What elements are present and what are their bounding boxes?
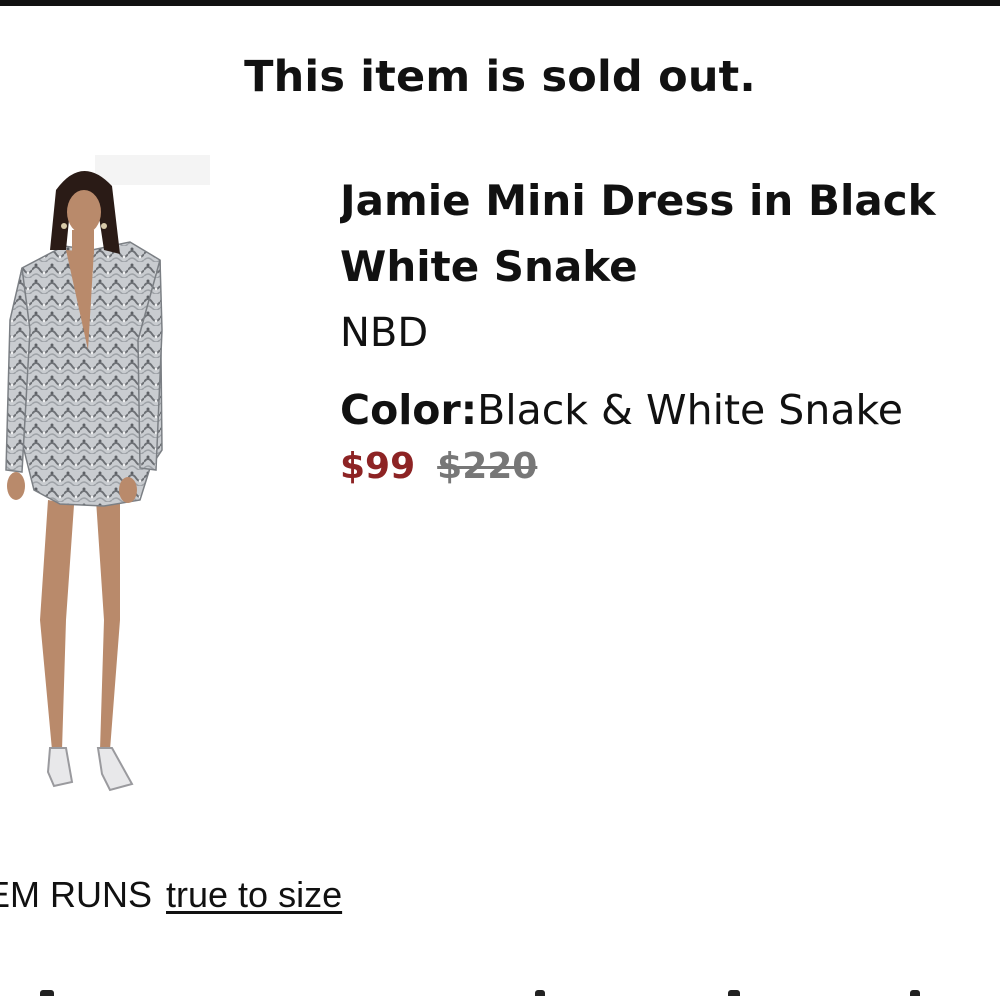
sold-out-banner: This item is sold out.: [244, 52, 756, 102]
top-divider: [0, 0, 1000, 6]
original-price: $220: [437, 446, 538, 487]
sale-price: $99: [340, 446, 416, 487]
cut-off-glyph: [40, 990, 54, 996]
brand-name[interactable]: NBD: [340, 300, 1000, 366]
color-info: Color:Black & White Snake: [340, 384, 1000, 436]
cut-off-text-row: [0, 990, 1000, 1000]
product-title-line-1: Jamie Mini Dress in Black: [340, 176, 936, 225]
fit-label: EM RUNS: [0, 874, 153, 915]
cut-off-glyph: [535, 990, 545, 996]
cut-off-glyph: [728, 990, 740, 996]
price: $99 $220: [340, 444, 1000, 490]
fit-info: EM RUNS true to size: [0, 874, 342, 916]
cut-off-glyph: [910, 990, 920, 996]
color-value: Black & White Snake: [477, 386, 903, 434]
fit-size-link[interactable]: true to size: [166, 874, 342, 915]
color-label: Color:: [340, 386, 478, 434]
product-info: Jamie Mini Dress in Black White Snake NB…: [340, 168, 1000, 490]
product-page: This item is sold out. Jamie Mini Dress …: [0, 0, 1000, 1000]
product-title-line-2: White Snake: [340, 242, 638, 291]
product-image[interactable]: [0, 150, 210, 815]
